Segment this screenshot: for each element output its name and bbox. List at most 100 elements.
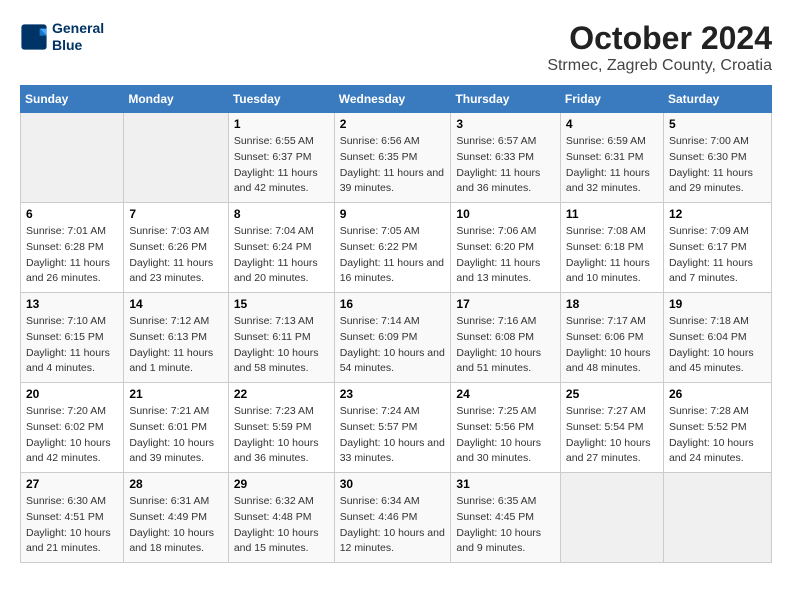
day-number: 13 — [26, 297, 118, 311]
calendar-cell: 12 Sunrise: 7:09 AM Sunset: 6:17 PM Dayli… — [663, 203, 771, 293]
day-info: Sunrise: 6:34 AM Sunset: 4:46 PM Dayligh… — [340, 494, 446, 557]
month-title: October 2024 — [547, 20, 772, 57]
day-number: 3 — [456, 117, 555, 131]
day-info: Sunrise: 7:23 AM Sunset: 5:59 PM Dayligh… — [234, 404, 329, 467]
day-header: Saturday — [663, 86, 771, 113]
calendar-cell: 4 Sunrise: 6:59 AM Sunset: 6:31 PM Daylig… — [560, 113, 663, 203]
calendar-cell: 9 Sunrise: 7:05 AM Sunset: 6:22 PM Daylig… — [334, 203, 451, 293]
day-number: 14 — [129, 297, 222, 311]
calendar-cell: 26Sunrise: 7:28 AM Sunset: 5:52 PM Dayli… — [663, 383, 771, 473]
calendar-cell: 28 Sunrise: 6:31 AM Sunset: 4:49 PM Dayli… — [124, 473, 228, 563]
day-number: 17 — [456, 297, 555, 311]
day-info: Sunrise: 7:14 AM Sunset: 6:09 PM Dayligh… — [340, 314, 446, 377]
day-info: Sunrise: 7:21 AM Sunset: 6:01 PM Dayligh… — [129, 404, 222, 467]
day-number: 25 — [566, 387, 658, 401]
calendar-week-row: 13Sunrise: 7:10 AM Sunset: 6:15 PM Dayli… — [21, 293, 772, 383]
calendar-week-row: 1 Sunrise: 6:55 AM Sunset: 6:37 PM Daylig… — [21, 113, 772, 203]
day-info: Sunrise: 6:56 AM Sunset: 6:35 PM Dayligh… — [340, 134, 446, 197]
day-number: 5 — [669, 117, 766, 131]
calendar-header-row: SundayMondayTuesdayWednesdayThursdayFrid… — [21, 86, 772, 113]
day-number: 6 — [26, 207, 118, 221]
day-info: Sunrise: 7:01 AM Sunset: 6:28 PM Dayligh… — [26, 224, 118, 287]
day-header: Friday — [560, 86, 663, 113]
day-number: 9 — [340, 207, 446, 221]
calendar-cell: 7Sunrise: 7:03 AM Sunset: 6:26 PM Daylig… — [124, 203, 228, 293]
day-info: Sunrise: 7:27 AM Sunset: 5:54 PM Dayligh… — [566, 404, 658, 467]
day-number: 10 — [456, 207, 555, 221]
calendar-cell: 19 Sunrise: 7:18 AM Sunset: 6:04 PM Dayli… — [663, 293, 771, 383]
day-header: Thursday — [451, 86, 561, 113]
day-info: Sunrise: 7:25 AM Sunset: 5:56 PM Dayligh… — [456, 404, 555, 467]
day-info: Sunrise: 7:05 AM Sunset: 6:22 PM Dayligh… — [340, 224, 446, 287]
calendar-cell: 25 Sunrise: 7:27 AM Sunset: 5:54 PM Dayli… — [560, 383, 663, 473]
calendar-cell: 11Sunrise: 7:08 AM Sunset: 6:18 PM Dayli… — [560, 203, 663, 293]
calendar-week-row: 20 Sunrise: 7:20 AM Sunset: 6:02 PM Dayli… — [21, 383, 772, 473]
calendar-cell: 18 Sunrise: 7:17 AM Sunset: 6:06 PM Dayli… — [560, 293, 663, 383]
day-info: Sunrise: 7:06 AM Sunset: 6:20 PM Dayligh… — [456, 224, 555, 287]
calendar-cell: 16Sunrise: 7:14 AM Sunset: 6:09 PM Dayli… — [334, 293, 451, 383]
day-info: Sunrise: 7:08 AM Sunset: 6:18 PM Dayligh… — [566, 224, 658, 287]
calendar-week-row: 6 Sunrise: 7:01 AM Sunset: 6:28 PM Daylig… — [21, 203, 772, 293]
day-number: 19 — [669, 297, 766, 311]
page-header: General Blue October 2024 Strmec, Zagreb… — [20, 20, 772, 75]
day-info: Sunrise: 7:03 AM Sunset: 6:26 PM Dayligh… — [129, 224, 222, 287]
day-number: 15 — [234, 297, 329, 311]
day-info: Sunrise: 6:31 AM Sunset: 4:49 PM Dayligh… — [129, 494, 222, 557]
logo-icon — [20, 23, 48, 51]
calendar-cell: 1 Sunrise: 6:55 AM Sunset: 6:37 PM Daylig… — [228, 113, 334, 203]
calendar-cell: 10 Sunrise: 7:06 AM Sunset: 6:20 PM Dayli… — [451, 203, 561, 293]
day-number: 31 — [456, 477, 555, 491]
day-header: Sunday — [21, 86, 124, 113]
logo-line1: General — [52, 20, 104, 36]
day-info: Sunrise: 7:17 AM Sunset: 6:06 PM Dayligh… — [566, 314, 658, 377]
day-header: Tuesday — [228, 86, 334, 113]
calendar-cell — [124, 113, 228, 203]
calendar-cell: 21 Sunrise: 7:21 AM Sunset: 6:01 PM Dayli… — [124, 383, 228, 473]
day-number: 22 — [234, 387, 329, 401]
day-number: 21 — [129, 387, 222, 401]
calendar-cell: 27Sunrise: 6:30 AM Sunset: 4:51 PM Dayli… — [21, 473, 124, 563]
day-number: 18 — [566, 297, 658, 311]
day-info: Sunrise: 7:04 AM Sunset: 6:24 PM Dayligh… — [234, 224, 329, 287]
day-info: Sunrise: 6:30 AM Sunset: 4:51 PM Dayligh… — [26, 494, 118, 557]
title-block: October 2024 Strmec, Zagreb County, Croa… — [547, 20, 772, 75]
calendar-cell: 22 Sunrise: 7:23 AM Sunset: 5:59 PM Dayli… — [228, 383, 334, 473]
calendar-cell: 5Sunrise: 7:00 AM Sunset: 6:30 PM Daylig… — [663, 113, 771, 203]
day-info: Sunrise: 6:32 AM Sunset: 4:48 PM Dayligh… — [234, 494, 329, 557]
day-info: Sunrise: 7:20 AM Sunset: 6:02 PM Dayligh… — [26, 404, 118, 467]
day-number: 12 — [669, 207, 766, 221]
calendar-cell: 8 Sunrise: 7:04 AM Sunset: 6:24 PM Daylig… — [228, 203, 334, 293]
day-number: 30 — [340, 477, 446, 491]
day-number: 23 — [340, 387, 446, 401]
calendar-cell: 24Sunrise: 7:25 AM Sunset: 5:56 PM Dayli… — [451, 383, 561, 473]
day-info: Sunrise: 6:55 AM Sunset: 6:37 PM Dayligh… — [234, 134, 329, 197]
day-number: 20 — [26, 387, 118, 401]
calendar-cell: 2Sunrise: 6:56 AM Sunset: 6:35 PM Daylig… — [334, 113, 451, 203]
day-info: Sunrise: 7:13 AM Sunset: 6:11 PM Dayligh… — [234, 314, 329, 377]
day-info: Sunrise: 7:18 AM Sunset: 6:04 PM Dayligh… — [669, 314, 766, 377]
calendar-cell: 15 Sunrise: 7:13 AM Sunset: 6:11 PM Dayli… — [228, 293, 334, 383]
day-number: 4 — [566, 117, 658, 131]
calendar-table: SundayMondayTuesdayWednesdayThursdayFrid… — [20, 85, 772, 563]
day-number: 26 — [669, 387, 766, 401]
day-info: Sunrise: 6:59 AM Sunset: 6:31 PM Dayligh… — [566, 134, 658, 197]
day-info: Sunrise: 6:35 AM Sunset: 4:45 PM Dayligh… — [456, 494, 555, 557]
day-info: Sunrise: 7:24 AM Sunset: 5:57 PM Dayligh… — [340, 404, 446, 467]
day-header: Wednesday — [334, 86, 451, 113]
calendar-cell — [663, 473, 771, 563]
day-number: 28 — [129, 477, 222, 491]
calendar-cell: 29 Sunrise: 6:32 AM Sunset: 4:48 PM Dayli… — [228, 473, 334, 563]
day-number: 1 — [234, 117, 329, 131]
calendar-cell: 14Sunrise: 7:12 AM Sunset: 6:13 PM Dayli… — [124, 293, 228, 383]
location-title: Strmec, Zagreb County, Croatia — [547, 57, 772, 75]
calendar-body: 1 Sunrise: 6:55 AM Sunset: 6:37 PM Daylig… — [21, 113, 772, 563]
calendar-week-row: 27Sunrise: 6:30 AM Sunset: 4:51 PM Dayli… — [21, 473, 772, 563]
calendar-cell: 3Sunrise: 6:57 AM Sunset: 6:33 PM Daylig… — [451, 113, 561, 203]
day-number: 8 — [234, 207, 329, 221]
calendar-cell: 23 Sunrise: 7:24 AM Sunset: 5:57 PM Dayli… — [334, 383, 451, 473]
calendar-cell — [560, 473, 663, 563]
day-info: Sunrise: 7:09 AM Sunset: 6:17 PM Dayligh… — [669, 224, 766, 287]
day-number: 29 — [234, 477, 329, 491]
calendar-cell — [21, 113, 124, 203]
calendar-cell: 20 Sunrise: 7:20 AM Sunset: 6:02 PM Dayli… — [21, 383, 124, 473]
